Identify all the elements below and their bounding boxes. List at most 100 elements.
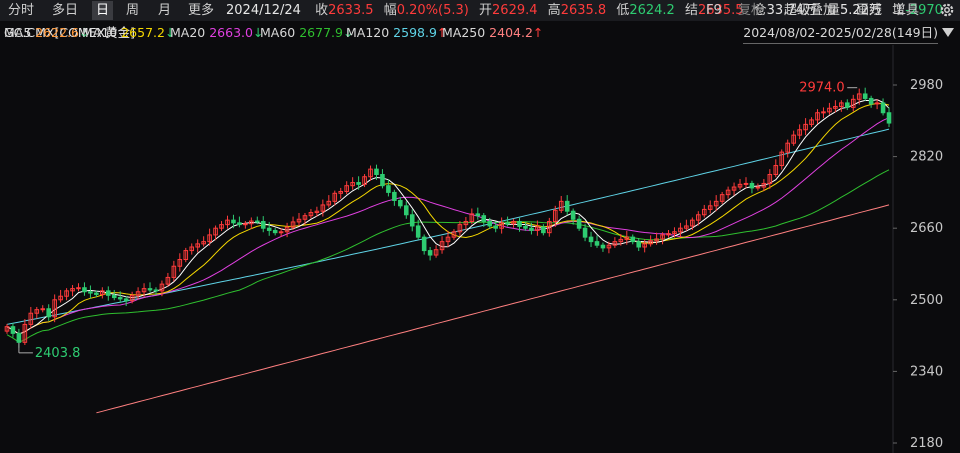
ma-legend-ma20: MA20 2663.0↓	[170, 23, 263, 43]
tab-4[interactable]: 月	[154, 1, 175, 20]
candle-body	[582, 227, 588, 238]
open-value: 2629.4	[492, 3, 538, 18]
candle-body	[111, 294, 117, 299]
gear-icon[interactable]	[938, 1, 956, 19]
ma-value: 2598.9	[393, 25, 437, 40]
toolbar-button-4[interactable]: 工具	[893, 1, 919, 20]
candle-body	[886, 112, 892, 124]
candle-body	[123, 298, 129, 302]
tab-1[interactable]: 多日	[48, 1, 82, 20]
change-label: 幅	[383, 3, 397, 18]
candle-body	[88, 291, 93, 294]
candle-body	[821, 111, 826, 114]
candle-body	[153, 289, 159, 292]
candle-body	[409, 214, 415, 227]
candle-body	[427, 250, 433, 256]
tab-2[interactable]: 日	[92, 1, 114, 20]
toolbar-button-2[interactable]: 超级叠加	[784, 1, 836, 20]
candle-body	[374, 168, 379, 175]
candle-body	[266, 227, 272, 231]
settle-label: 结	[684, 3, 698, 18]
candle-body	[278, 231, 284, 234]
y-tick-label: 2180	[910, 436, 943, 451]
date-range-selector[interactable]: 2024/08/02-2025/02/28(149日)	[743, 23, 938, 44]
candle-body	[117, 297, 123, 300]
candle-body	[529, 227, 534, 231]
y-tick-label: 2340	[910, 364, 943, 379]
candle-body	[576, 218, 582, 229]
candle-body	[16, 332, 22, 343]
ma-legend-ma250: MA250 2404.2↑	[442, 23, 543, 43]
candle-body	[82, 287, 87, 293]
candle-body	[523, 225, 528, 229]
arrow-up-icon: ↑	[532, 25, 544, 40]
candle-body	[588, 236, 594, 243]
candle-body	[636, 241, 641, 248]
toolbar-button-1[interactable]: 复权	[738, 1, 764, 20]
candle-body	[755, 186, 761, 189]
ma-name: MA20	[170, 25, 210, 40]
candle-body	[147, 288, 153, 291]
candle-body	[541, 226, 546, 234]
candle-body	[487, 220, 493, 227]
ma-value: 2657.2	[121, 25, 165, 40]
ma-name: MA120	[346, 25, 394, 40]
y-tick-label: 2660	[910, 221, 943, 236]
tab-5[interactable]: 更多	[184, 1, 218, 20]
low-label: 低	[616, 3, 630, 18]
ma-name: MA10	[82, 25, 122, 40]
ma10-line	[6, 102, 890, 335]
candle-body	[505, 222, 510, 225]
toolbar-button-3[interactable]: 画线	[856, 1, 882, 20]
quote-date: 2024/12/24	[226, 3, 301, 18]
kline-chart[interactable]: 2980 2820 2660 2500 2340 2180 2974.0 2403.8	[0, 45, 960, 453]
candle-body	[46, 308, 51, 318]
tab-0[interactable]: 分时	[4, 1, 38, 20]
candle-body	[380, 174, 385, 187]
close-value: 2633.5	[328, 3, 374, 18]
candle-body	[356, 182, 361, 185]
candle-body	[403, 205, 409, 216]
ma-value: 2663.0	[209, 25, 253, 40]
candle-body	[868, 97, 874, 105]
ma-legend-ma60: MA60 2677.9↓	[260, 23, 353, 43]
ma-name: MA250	[442, 25, 490, 40]
max-price-label: 2974.0	[799, 81, 845, 96]
triangle-down-icon[interactable]	[942, 28, 954, 37]
ma-name: MA60	[260, 25, 300, 40]
period-tab-bar: 分时 多日日周月更多 2024/12/24 收2633.5 幅0.20%(5.3)…	[0, 0, 960, 21]
candle-body	[743, 182, 749, 185]
ma-value: 2404.2	[489, 25, 533, 40]
candle-body	[421, 236, 427, 252]
y-tick-label: 2820	[910, 150, 943, 165]
candle-body	[231, 219, 236, 224]
candle-body	[880, 102, 886, 114]
candle-body	[272, 229, 278, 234]
candle-body	[255, 220, 260, 223]
candle-body	[862, 93, 868, 99]
open-label: 开	[479, 3, 493, 18]
ma-value: 2622.6	[35, 25, 80, 40]
change-value: 0.20%(5.3)	[396, 3, 469, 18]
min-price-label: 2403.8	[35, 346, 81, 361]
candle-body	[40, 308, 46, 311]
ma20-line	[6, 117, 890, 335]
ma-name: MA5	[4, 25, 36, 40]
candle-body	[564, 200, 570, 212]
candle-body	[415, 225, 421, 238]
close-label: 收	[315, 3, 329, 18]
candle-body	[94, 292, 99, 295]
toolbar-button-0[interactable]: F9	[706, 1, 722, 20]
candle-body	[630, 236, 636, 243]
tab-3[interactable]: 周	[122, 1, 143, 20]
candle-body	[594, 241, 600, 246]
ma-legend-ma5: MA5 2622.6↓	[4, 23, 90, 43]
candle-body	[570, 210, 576, 220]
candle-body	[260, 220, 266, 229]
candle-body	[10, 326, 16, 334]
candle-body	[392, 191, 397, 201]
candle-body	[243, 223, 248, 226]
candle-body	[845, 102, 850, 108]
candle-body	[517, 220, 522, 227]
indicator-row: GC.CMX[COMEX黄金] MA5 2622.6↓ MA10 2657.2↓ M…	[0, 23, 960, 44]
